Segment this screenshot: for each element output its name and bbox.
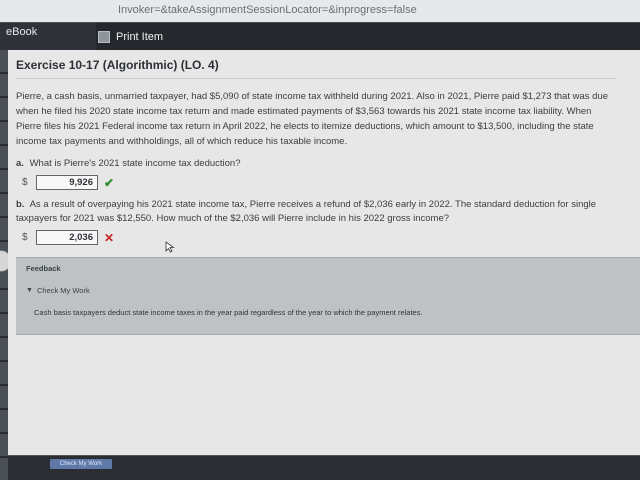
answer-b-input[interactable]: 2,036 bbox=[36, 230, 98, 245]
question-b: b. As a result of overpaying his 2021 st… bbox=[16, 198, 608, 226]
incorrect-x-icon: ✕ bbox=[104, 230, 115, 245]
answer-a-input[interactable]: 9,926 bbox=[36, 175, 98, 190]
top-toolbar: eBook Print Item bbox=[0, 22, 640, 50]
bottom-bar: Check My Work bbox=[8, 455, 640, 480]
currency-a: $ bbox=[22, 177, 28, 188]
question-a-text: What is Pierre's 2021 state income tax d… bbox=[29, 158, 241, 169]
browser-url-strip: Invoker=&takeAssignmentSessionLocator=&i… bbox=[0, 0, 640, 22]
question-a: a. What is Pierre's 2021 state income ta… bbox=[16, 157, 608, 171]
check-my-work-label: Check My Work bbox=[36, 286, 90, 295]
answer-a-row: $ 9,926 ✔ bbox=[22, 175, 630, 190]
check-my-work-button[interactable]: Check My Work bbox=[50, 459, 112, 469]
problem-text: Pierre, a cash basis, unmarried taxpayer… bbox=[16, 91, 609, 147]
exercise-panel: Exercise 10-17 (Algorithmic) (LO. 4) Pie… bbox=[8, 50, 640, 455]
check-my-work-toggle[interactable]: ▼ Check My Work bbox=[26, 286, 636, 295]
print-item-label: Print Item bbox=[116, 31, 164, 43]
ebook-label: eBook bbox=[6, 26, 38, 38]
correct-check-icon: ✔ bbox=[104, 175, 115, 190]
feedback-title: Feedback bbox=[26, 264, 61, 273]
question-b-text: As a result of overpaying his 2021 state… bbox=[16, 199, 597, 224]
ebook-tab[interactable]: eBook bbox=[0, 23, 96, 50]
exercise-title: Exercise 10-17 (Algorithmic) (LO. 4) bbox=[16, 58, 616, 79]
feedback-text: Cash basis taxpayers deduct state income… bbox=[34, 308, 423, 317]
currency-b: $ bbox=[22, 232, 28, 243]
question-b-label: b. bbox=[16, 199, 25, 210]
answer-b-row: $ 2,036 ✕ bbox=[22, 230, 630, 245]
print-item-button[interactable]: Print Item bbox=[98, 29, 163, 45]
print-icon bbox=[98, 31, 110, 43]
question-a-label: a. bbox=[16, 158, 24, 169]
disclosure-triangle-icon: ▼ bbox=[26, 287, 33, 294]
mouse-pointer-icon bbox=[165, 241, 175, 253]
feedback-panel: Feedback ▼ Check My Work Cash basis taxp… bbox=[16, 257, 640, 335]
